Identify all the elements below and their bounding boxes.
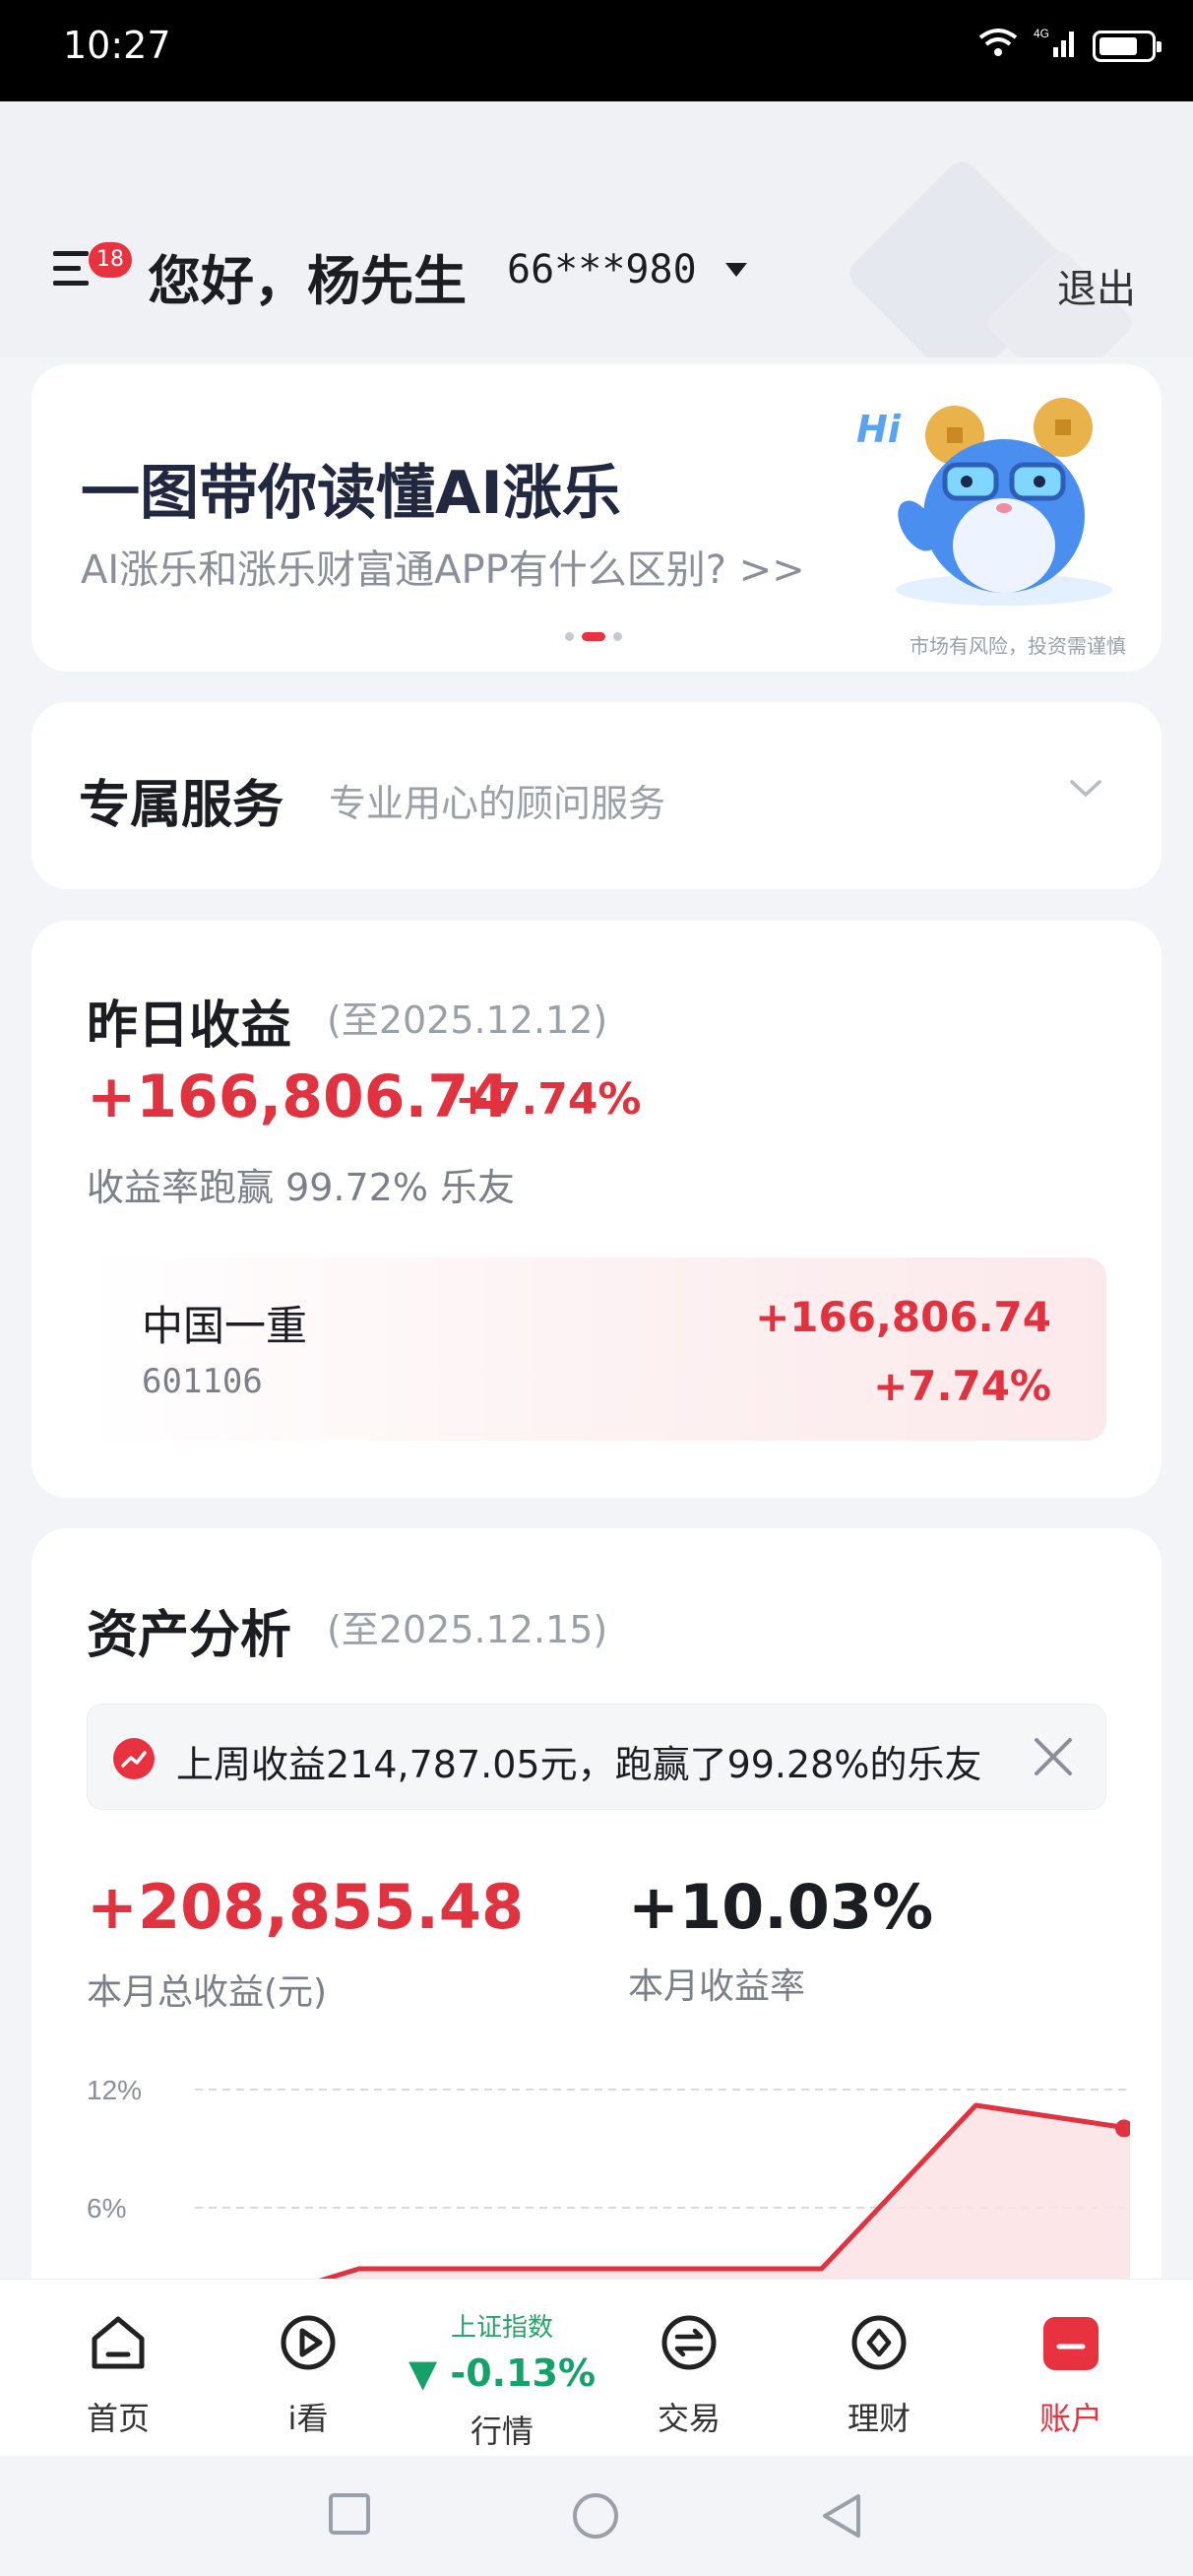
account-dropdown-icon[interactable] xyxy=(725,263,747,277)
pagination-dot xyxy=(565,632,574,641)
account-number[interactable]: 66***980 xyxy=(507,247,697,292)
chart-y-tick-label: 12% xyxy=(87,2075,142,2105)
account-icon xyxy=(1043,2317,1099,2370)
home-system-icon[interactable] xyxy=(571,2491,620,2541)
weekly-notice: 上周收益214,787.05元，跑赢了99.28%的乐友 xyxy=(87,1704,1106,1810)
account-header: 18 您好，杨先生 66***980 退出 xyxy=(0,101,1193,357)
stock-amount: +166,806.74 xyxy=(755,1293,1051,1341)
stock-name: 中国一重 xyxy=(142,1302,308,1350)
nav-trade[interactable]: 交易 xyxy=(615,2309,763,2439)
yesterday-beat-text: 收益率跑赢 99.72% 乐友 xyxy=(87,1166,516,1209)
stock-code: 601106 xyxy=(142,1362,263,1401)
close-icon[interactable] xyxy=(1029,1732,1078,1781)
service-subtitle: 专业用心的顾问服务 xyxy=(329,782,666,825)
recent-apps-icon[interactable] xyxy=(327,2491,372,2537)
play-icon xyxy=(281,2315,336,2370)
network-label: 4G xyxy=(1034,27,1049,40)
diamond-icon xyxy=(851,2315,907,2370)
nav-account-label: 账户 xyxy=(1038,2400,1102,2437)
monthly-rate-value: +10.03% xyxy=(628,1871,934,1943)
market-index-name: 上证指数 xyxy=(450,2313,553,2343)
system-navigation-bar xyxy=(0,2456,1193,2576)
nav-trade-label: 交易 xyxy=(657,2400,721,2437)
nav-ikan-label: i看 xyxy=(287,2400,329,2437)
greeting-text: 您好，杨先生 xyxy=(148,250,467,312)
service-title: 专属服务 xyxy=(79,776,284,835)
yesterday-title: 昨日收益 xyxy=(87,997,292,1056)
nav-home[interactable]: 首页 xyxy=(44,2309,192,2439)
nav-home-label: 首页 xyxy=(86,2400,150,2437)
chart-y-tick-label: 6% xyxy=(87,2193,126,2223)
promo-banner[interactable]: 一图带你读懂AI涨乐 AI涨乐和涨乐财富通APP有什么区别? >> Hi 市场有… xyxy=(31,364,1162,672)
monthly-total-value: +208,855.48 xyxy=(87,1871,525,1943)
signal-icon: 4G xyxy=(1034,26,1079,66)
nav-market-label: 行情 xyxy=(470,2413,534,2450)
mascot-illustration: Hi xyxy=(856,388,1132,614)
status-icons: 4G xyxy=(976,26,1162,66)
nav-finance[interactable]: 理财 xyxy=(805,2309,953,2439)
home-icon xyxy=(92,2316,145,2369)
banner-subtitle[interactable]: AI涨乐和涨乐财富通APP有什么区别? >> xyxy=(81,538,805,595)
monthly-rate-label: 本月收益率 xyxy=(628,1966,806,2007)
nav-ikan[interactable]: i看 xyxy=(234,2309,382,2439)
yesterday-percent: +7.74% xyxy=(455,1074,642,1125)
asset-title: 资产分析 xyxy=(87,1606,292,1665)
battery-icon xyxy=(1093,30,1162,62)
bottom-navigation: 首页 i看 上证指数 ▼ -0.13% 行情 交易 理财 账户 xyxy=(0,2279,1193,2456)
pagination-dot xyxy=(613,632,622,641)
nav-market[interactable]: 上证指数 ▼ -0.13% 行情 xyxy=(399,2307,605,2452)
market-index-change: ▼ -0.13% xyxy=(408,2351,596,2395)
banner-title: 一图带你读懂AI涨乐 xyxy=(81,459,621,528)
yesterday-amount: +166,806.74 xyxy=(87,1063,510,1131)
nav-finance-label: 理财 xyxy=(847,2400,910,2437)
nav-account[interactable]: 账户 xyxy=(997,2309,1145,2439)
trend-up-icon xyxy=(113,1738,155,1779)
logout-button[interactable]: 退出 xyxy=(1057,257,1136,314)
yesterday-date: (至2025.12.12) xyxy=(327,998,608,1042)
status-time: 10:27 xyxy=(63,24,171,67)
notification-badge: 18 xyxy=(89,242,132,278)
exchange-icon xyxy=(661,2315,717,2370)
weekly-notice-text: 上周收益214,787.05元，跑赢了99.28%的乐友 xyxy=(176,1743,982,1786)
chevron-down-icon[interactable] xyxy=(1069,779,1102,799)
wifi-icon xyxy=(976,26,1020,66)
pagination-dot-active xyxy=(582,632,605,641)
monthly-total-label: 本月总收益(元) xyxy=(87,1972,328,2013)
banner-pagination xyxy=(565,632,622,641)
back-icon[interactable] xyxy=(819,2491,864,2541)
exclusive-service-card[interactable]: 专属服务 专业用心的顾问服务 xyxy=(31,702,1162,889)
risk-disclaimer: 市场有风险，投资需谨慎 xyxy=(910,634,1126,658)
stock-row[interactable]: 中国一重 601106 +166,806.74 +7.74% xyxy=(87,1257,1106,1441)
stock-percent: +7.74% xyxy=(873,1362,1051,1410)
asset-date: (至2025.12.15) xyxy=(327,1608,608,1651)
yesterday-earnings-card: 昨日收益 (至2025.12.12) +166,806.74 +7.74% 收益… xyxy=(31,921,1162,1498)
mascot-hi-text: Hi xyxy=(856,408,901,451)
status-bar: 10:27 4G xyxy=(0,0,1193,101)
